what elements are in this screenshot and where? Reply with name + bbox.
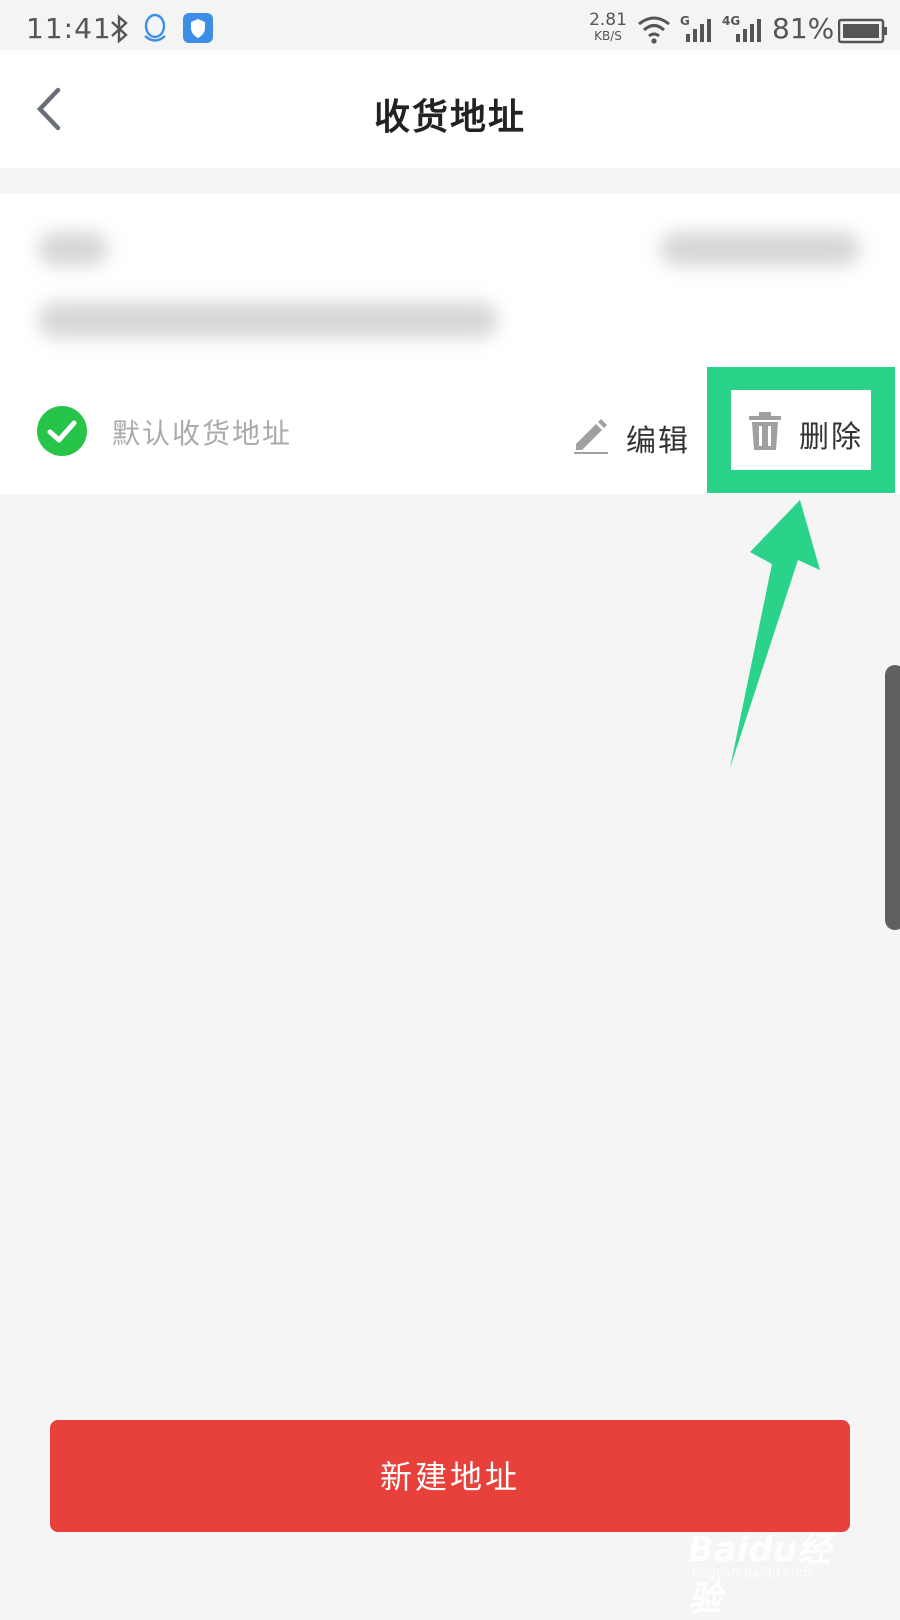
phone-number-redacted: [660, 232, 860, 266]
side-scroll-handle[interactable]: [885, 665, 900, 930]
battery-percent: 81%: [772, 12, 835, 45]
default-address-label: 默认收货地址: [112, 417, 293, 450]
address-line-redacted: [38, 302, 498, 338]
bluetooth-icon: [111, 14, 128, 44]
delete-button[interactable]: 删除: [731, 390, 871, 470]
page-title: 收货地址: [373, 96, 526, 138]
qq-icon: [144, 13, 166, 42]
trash-icon: [749, 412, 781, 450]
wifi-icon: [638, 16, 670, 44]
signal-4g-icon: [736, 19, 761, 42]
pencil-icon: [574, 419, 608, 454]
status-time: 11:41: [26, 12, 112, 45]
signal-icon: [686, 19, 711, 42]
network-speed-value: 2.81: [589, 10, 627, 30]
delete-label: 删除: [799, 420, 863, 455]
nav-header: 收货地址: [0, 50, 900, 168]
battery-icon: [838, 18, 887, 44]
default-check-icon[interactable]: [36, 405, 88, 457]
network-speed: 2.81 KB/S: [586, 12, 630, 44]
watermark-url: jingyan.baidu.com: [692, 1566, 812, 1581]
edit-button[interactable]: 编辑: [570, 410, 700, 460]
edit-label: 编辑: [626, 424, 690, 459]
annotation-arrow-icon: [730, 500, 820, 768]
status-bar: 11:41 2.81 KB/S G 4G 81%: [0, 0, 900, 50]
network-speed-unit: KB/S: [594, 29, 622, 43]
shield-app-icon: [183, 13, 213, 43]
baidu-watermark: Baidu经验 jingyan.baidu.com: [688, 1500, 858, 1619]
recipient-name-redacted: [38, 232, 108, 266]
